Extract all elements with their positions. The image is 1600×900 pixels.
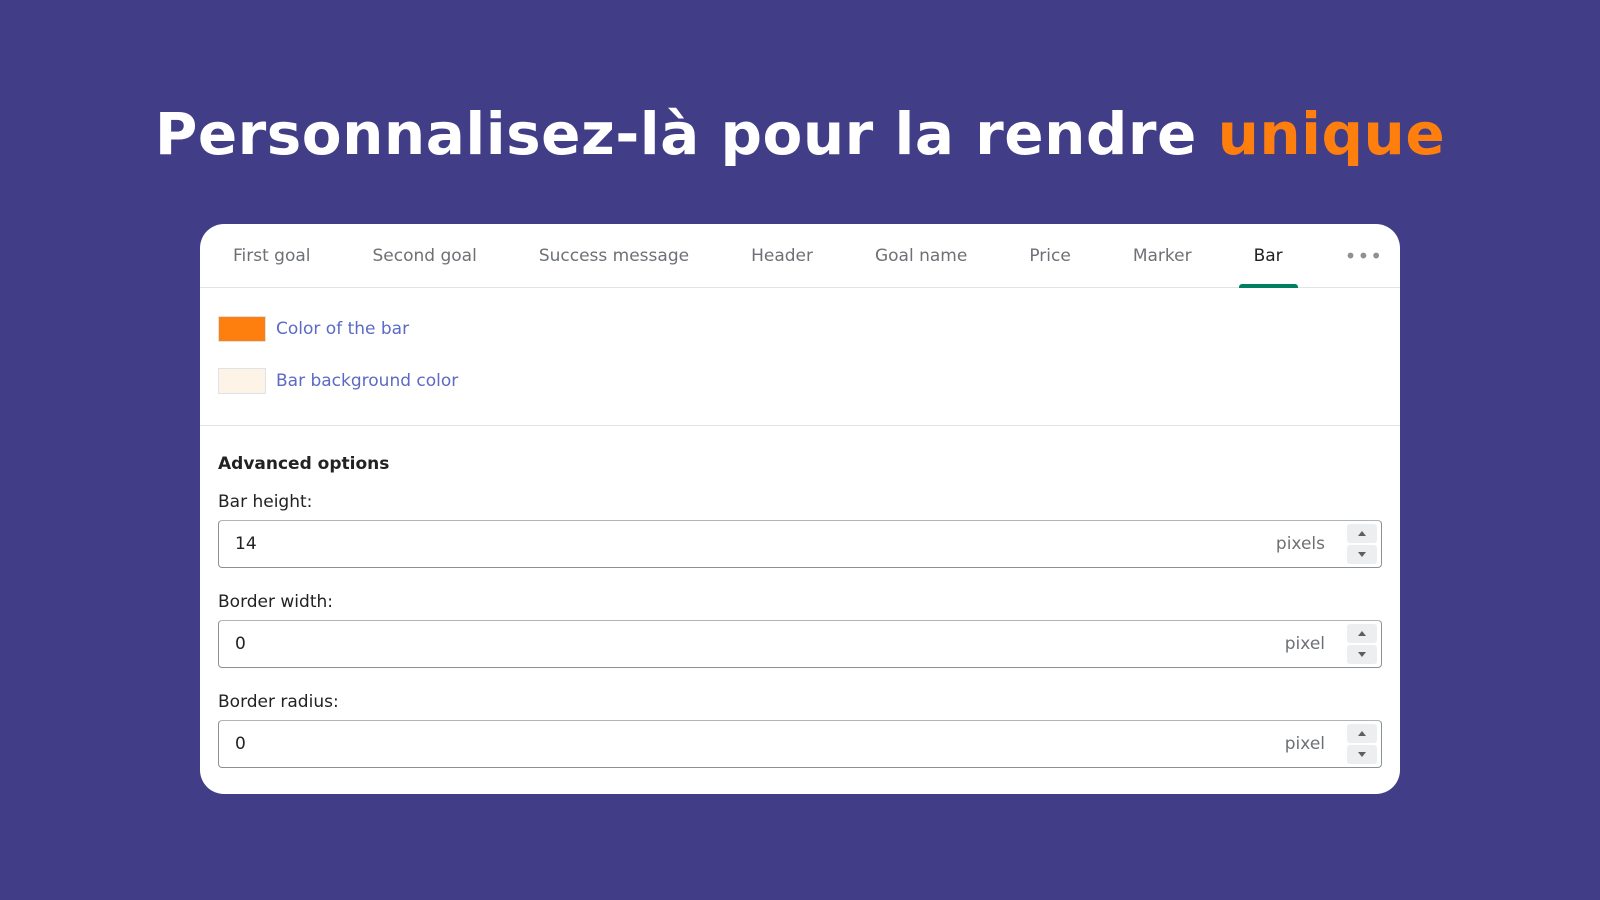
decrement-button[interactable] [1347,645,1377,664]
caret-down-icon [1358,552,1366,557]
bar-background-color-picker[interactable]: Bar background color [218,368,1382,394]
settings-card: First goal Second goal Success message H… [200,224,1400,794]
bar-color-picker[interactable]: Color of the bar [218,316,1382,342]
caret-down-icon [1358,652,1366,657]
bar-height-input-wrapper: pixels [218,520,1382,568]
border-width-input-wrapper: pixel [218,620,1382,668]
tab-header[interactable]: Header [736,224,828,287]
border-width-label: Border width: [218,592,333,612]
border-radius-label: Border radius: [218,692,339,712]
border-width-input[interactable] [235,634,1285,654]
border-radius-input-wrapper: pixel [218,720,1382,768]
border-radius-field: Border radius: pixel [218,692,1382,768]
caret-up-icon [1358,631,1366,636]
bar-height-field: Bar height: pixels [218,492,1382,568]
increment-button[interactable] [1347,524,1377,543]
bar-height-stepper [1347,524,1377,564]
tab-bar: First goal Second goal Success message H… [200,224,1400,288]
bar-height-unit: pixels [1275,534,1325,554]
tab-price[interactable]: Price [1014,224,1085,287]
advanced-options-section: Advanced options Bar height: pixels Bord… [200,426,1400,768]
increment-button[interactable] [1347,624,1377,643]
tab-second-goal[interactable]: Second goal [358,224,492,287]
border-width-unit: pixel [1284,634,1325,654]
headline-accent: unique [1217,100,1446,168]
border-radius-input[interactable] [235,734,1285,754]
decrement-button[interactable] [1347,745,1377,764]
bar-height-input[interactable] [235,534,1276,554]
tab-marker[interactable]: Marker [1118,224,1207,287]
page-headline: Personnalisez-là pour la rendre unique [0,100,1600,168]
bar-background-color-swatch[interactable] [218,368,266,394]
advanced-options-title: Advanced options [218,454,390,474]
caret-up-icon [1358,531,1366,536]
tab-first-goal[interactable]: First goal [218,224,326,287]
headline-text: Personnalisez-là pour la rendre [154,100,1197,168]
tab-success-message[interactable]: Success message [524,224,704,287]
color-section: Color of the bar Bar background color [200,288,1400,426]
bar-color-label[interactable]: Color of the bar [276,319,409,339]
border-radius-stepper [1347,724,1377,764]
bar-background-color-label[interactable]: Bar background color [276,371,458,391]
border-width-field: Border width: pixel [218,592,1382,668]
tab-goal-name[interactable]: Goal name [860,224,982,287]
increment-button[interactable] [1347,724,1377,743]
tab-bar-active[interactable]: Bar [1238,224,1298,288]
bar-color-swatch[interactable] [218,316,266,342]
border-radius-unit: pixel [1284,734,1325,754]
caret-up-icon [1358,731,1366,736]
caret-down-icon [1358,752,1366,757]
border-width-stepper [1347,624,1377,664]
decrement-button[interactable] [1347,545,1377,564]
more-horizontal-icon[interactable]: ••• [1330,224,1398,287]
bar-height-label: Bar height: [218,492,313,512]
